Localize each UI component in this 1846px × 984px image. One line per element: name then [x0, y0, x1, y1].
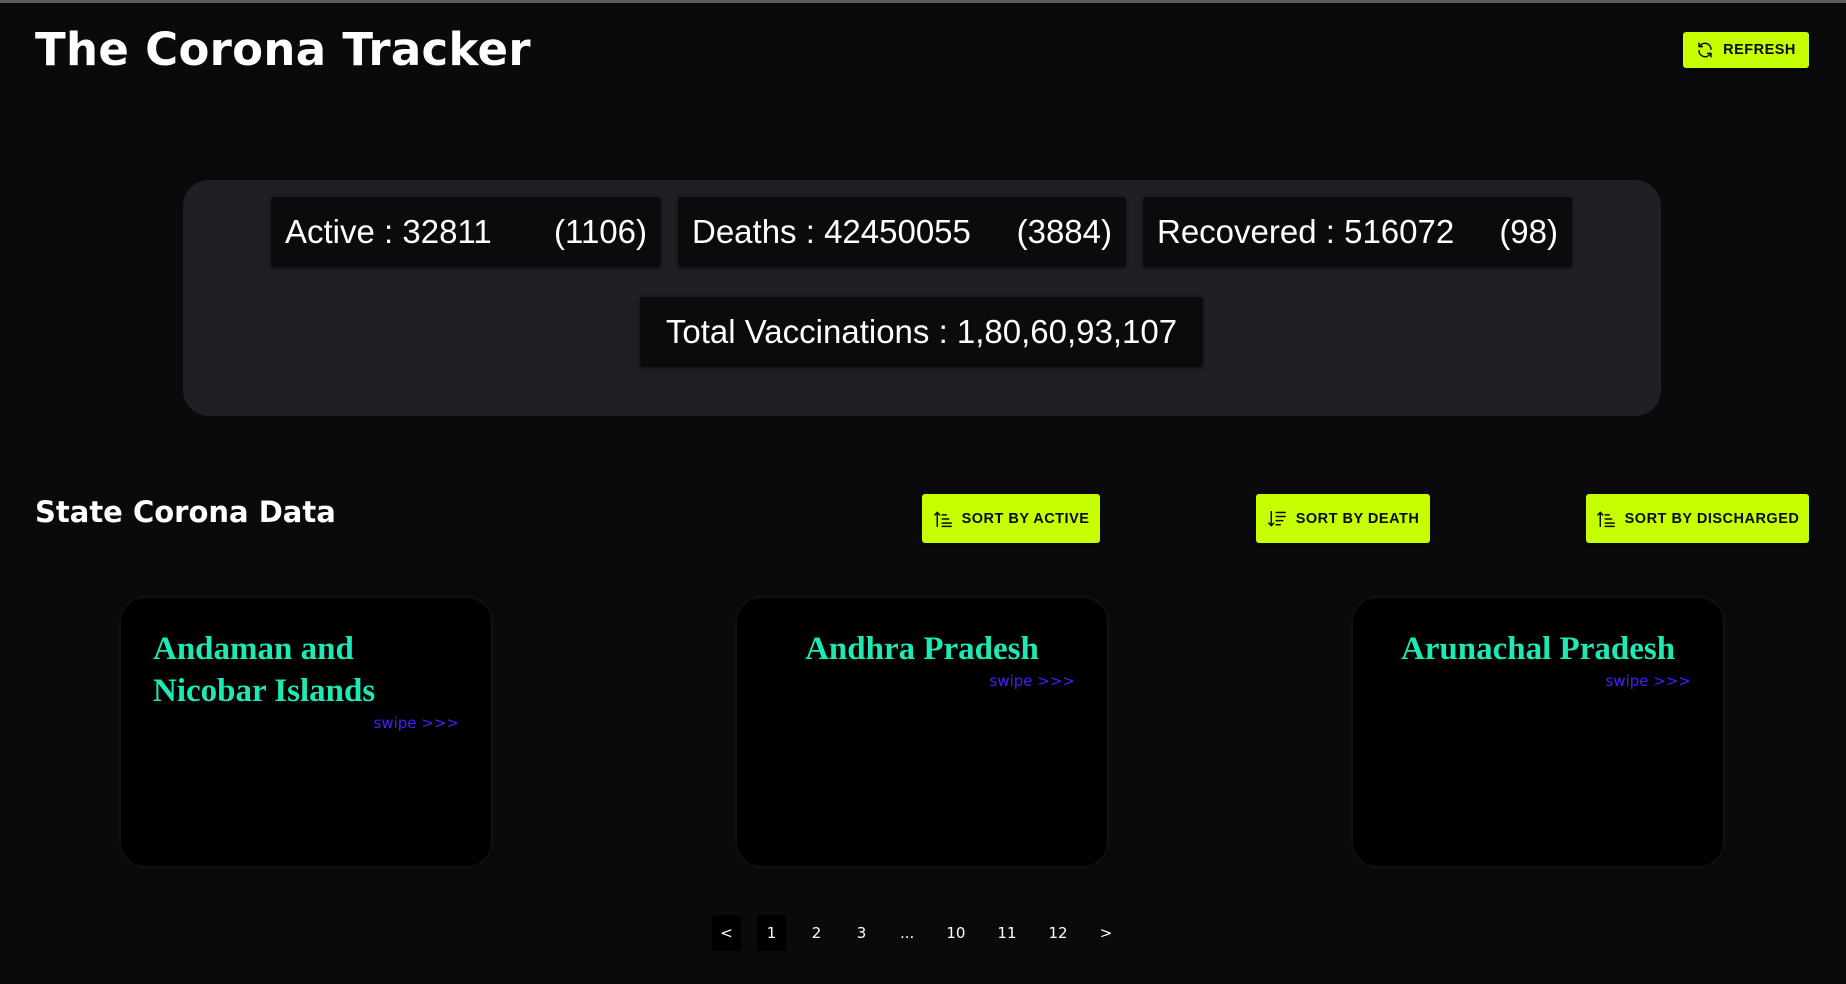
- page-ellipsis: ...: [900, 924, 915, 942]
- page-button[interactable]: 10: [938, 915, 973, 951]
- active-delta: (1106): [554, 213, 647, 250]
- deaths-delta: (3884): [1016, 213, 1112, 250]
- state-name: Andhra Pradesh: [805, 631, 1039, 667]
- state-card[interactable]: Andhra Pradesh swipe >>>: [737, 598, 1107, 866]
- active-count: Active : 32811: [285, 213, 492, 250]
- prev-page-button[interactable]: <: [712, 915, 741, 951]
- sort-by-active-button[interactable]: SORT BY ACTIVE: [922, 494, 1100, 543]
- state-card[interactable]: Andaman and Nicobar Islands swipe >>>: [121, 598, 491, 866]
- page-button[interactable]: 11: [989, 915, 1024, 951]
- sort-by-discharged-button[interactable]: SORT BY DISCHARGED: [1586, 494, 1809, 543]
- page-button[interactable]: 2: [802, 915, 831, 951]
- sort-by-death-button[interactable]: SORT BY DEATH: [1256, 494, 1430, 543]
- swipe-hint[interactable]: swipe >>>: [990, 672, 1075, 690]
- window-top-border: [0, 0, 1846, 3]
- sort-by-discharged-label: SORT BY DISCHARGED: [1624, 510, 1800, 527]
- section-title: State Corona Data: [35, 495, 336, 529]
- refresh-button[interactable]: REFRESH: [1683, 32, 1809, 68]
- deaths-count: Deaths : 42450055: [692, 213, 971, 250]
- app-title: The Corona Tracker: [35, 23, 531, 76]
- vaccinations-count: Total Vaccinations : 1,80,60,93,107: [665, 313, 1178, 350]
- deaths-stat: Deaths : 42450055 (3884): [678, 197, 1126, 267]
- page-button[interactable]: 12: [1041, 915, 1076, 951]
- refresh-icon: [1696, 41, 1714, 59]
- sort-ascending-icon: [1596, 510, 1616, 528]
- pagination: < 1 2 3 ... 10 11 12 >: [712, 915, 1121, 951]
- next-page-button[interactable]: >: [1092, 915, 1121, 951]
- swipe-hint[interactable]: swipe >>>: [1606, 672, 1691, 690]
- refresh-label: REFRESH: [1723, 42, 1796, 58]
- vaccinations-stat: Total Vaccinations : 1,80,60,93,107: [640, 297, 1203, 367]
- sort-by-death-label: SORT BY DEATH: [1295, 510, 1420, 527]
- swipe-hint[interactable]: swipe >>>: [374, 714, 459, 732]
- sort-by-active-label: SORT BY ACTIVE: [961, 510, 1090, 527]
- state-name: Andaman and Nicobar Islands: [153, 631, 376, 709]
- sort-descending-icon: [1267, 510, 1287, 528]
- page-button[interactable]: 3: [847, 915, 876, 951]
- sort-ascending-icon: [933, 510, 953, 528]
- recovered-count: Recovered : 516072: [1157, 213, 1455, 250]
- recovered-stat: Recovered : 516072 (98): [1143, 197, 1572, 267]
- state-name: Arunachal Pradesh: [1400, 631, 1676, 667]
- recovered-delta: (98): [1499, 213, 1558, 250]
- page-button-current[interactable]: 1: [757, 915, 786, 951]
- active-stat: Active : 32811 (1106): [271, 197, 661, 267]
- state-card[interactable]: Arunachal Pradesh swipe >>>: [1353, 598, 1723, 866]
